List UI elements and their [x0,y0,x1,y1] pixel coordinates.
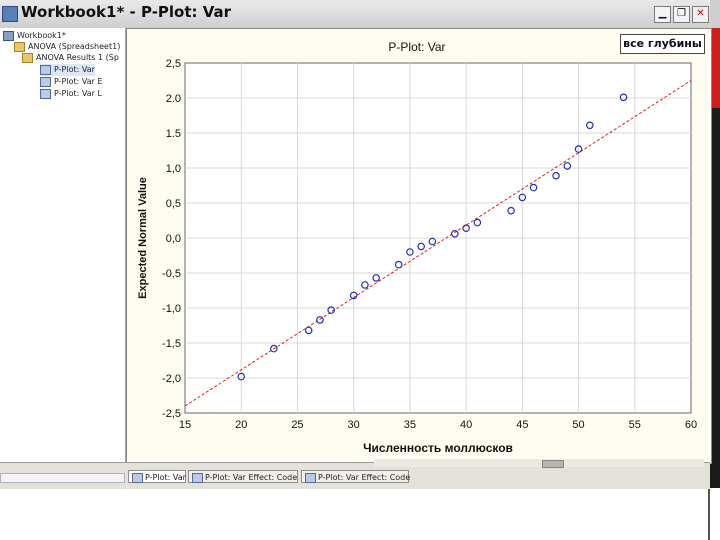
workbook-icon [2,6,18,22]
title-bar: Workbook1* - P-Plot: Var ▁ ❐ ✕ [0,0,710,29]
x-tick-label: 60 [685,419,697,431]
plot-icon [40,76,51,87]
plot-icon [40,88,51,99]
tree-item-label: P-Plot: Var E [54,77,103,86]
tree-item-label: ANOVA Results 1 (Sp [36,53,119,62]
plot-icon [192,473,203,483]
tree-item-label: P-Plot: Var L [54,89,102,98]
right-edge-strip [710,0,720,28]
x-tick-label: 30 [348,419,360,431]
tree-item-label: Workbook1* [17,31,66,40]
plot-icon [305,473,316,483]
y-tick-label: 0,0 [166,233,181,245]
y-tick-labels: 2,52.01.51,00,50,0-0,5-1,0-1,5-2,0-2,5 [162,58,181,420]
tab-pplot-var[interactable]: P-Plot: Var [128,470,186,483]
x-axis-label: Численность моллюсков [363,441,513,455]
graph-horizontal-scrollbar[interactable] [374,459,704,467]
workbook-icon [3,30,14,41]
tree-item-anova-results[interactable]: ANOVA Results 1 (Sp [22,52,119,64]
x-tick-label: 15 [179,419,191,431]
graph-canvas: 2,5 2.0 1.5 1,0 0,5 0,0 -0,5 -1,0 -1,5 -2,0 -2,5 1… [127,29,709,461]
y-axis-label: Expected Normal Value [137,177,149,299]
legend: все глубины [620,34,705,54]
minimize-button[interactable]: ▁ [654,6,671,23]
y-tick-label: -2,0 [162,373,181,385]
tab-label: P-Plot: Var Effect: Code [318,473,411,482]
y-tick-label: 2,5 [166,58,181,70]
x-tick-label: 45 [516,419,528,431]
restore-button[interactable]: ❐ [673,6,690,23]
tree-item-pplot-2[interactable]: P-Plot: Var E [40,76,103,88]
tree-horizontal-scrollbar[interactable] [0,473,125,483]
x-tick-label: 25 [291,419,303,431]
x-tick-label: 50 [572,419,584,431]
y-tick-label: 1.5 [166,128,181,140]
y-tick-label: 1,0 [166,163,181,175]
folder-icon [14,41,25,52]
plot-icon [132,473,143,483]
tree-item-label: ANOVA (Spreadsheet1) [28,42,121,51]
x-tick-label: 55 [629,419,641,431]
tab-label: P-Plot: Var [145,473,186,482]
scrollbar-thumb[interactable] [542,460,564,468]
graph-window: 2,5 2.0 1.5 1,0 0,5 0,0 -0,5 -1,0 -1,5 -2,0 -2,5 1… [126,28,712,464]
close-button[interactable]: ✕ [692,6,709,23]
x-tick-labels: 15 20 25 30 35 40 45 50 55 60 [179,419,697,431]
y-tick-label: 0,5 [166,198,181,210]
x-tick-label: 20 [235,419,247,431]
chart-title: P-Plot: Var [388,40,445,54]
slide-divider-line [708,488,710,540]
x-tick-label: 40 [460,419,472,431]
workbook-tree-panel: Workbook1* ANOVA (Spreadsheet1) ANOVA Re… [0,28,126,471]
y-tick-label: -0,5 [162,268,181,280]
folder-icon [22,52,33,63]
y-tick-label: 2.0 [166,93,181,105]
plot-icon [40,64,51,75]
y-tick-label: -1,0 [162,303,181,315]
tree-item-label: P-Plot: Var [54,65,95,74]
p-plot-chart: 2,52.01.51,00,50,0-0,5-1,0-1,5-2,0-2,5 1… [137,40,697,455]
tree-item-pplot-3[interactable]: P-Plot: Var L [40,88,102,100]
x-tick-label: 35 [404,419,416,431]
window-title: Workbook1* - P-Plot: Var [21,3,232,21]
tab-pplot-effect-1[interactable]: P-Plot: Var Effect: Code [188,470,298,483]
tree-item-pplot-1[interactable]: P-Plot: Var [40,64,95,76]
tab-pplot-effect-2[interactable]: P-Plot: Var Effect: Code [301,470,411,483]
tab-label: P-Plot: Var Effect: Code [205,473,298,482]
y-tick-label: -1,5 [162,338,181,350]
